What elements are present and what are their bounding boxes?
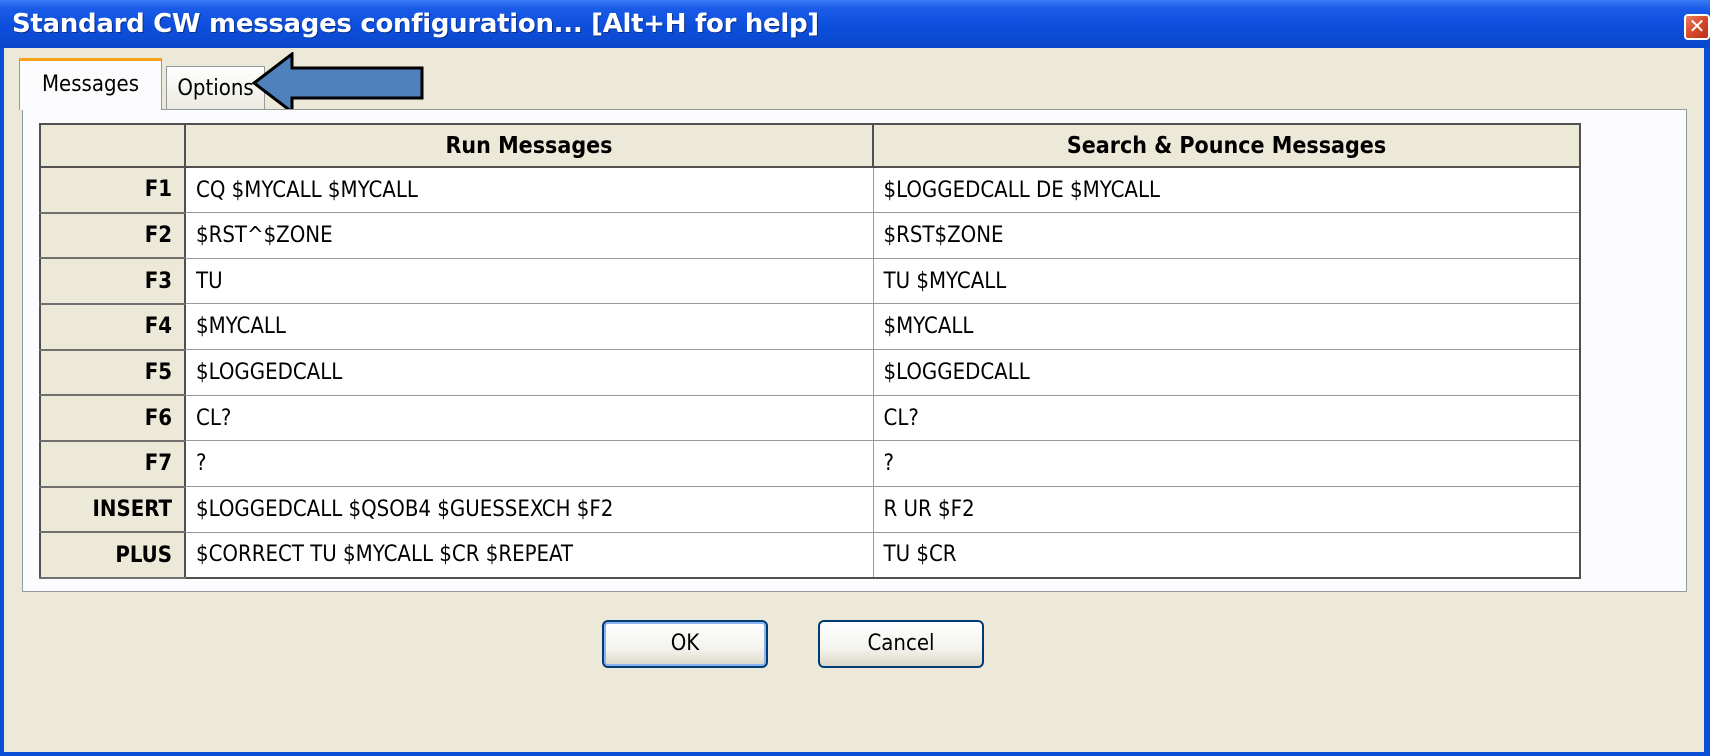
row-key-label: F1 [39, 166, 186, 214]
sp-message-cell[interactable]: $MYCALL [872, 303, 1581, 351]
ok-button[interactable]: OK [602, 620, 768, 668]
row-key-label: PLUS [39, 531, 186, 579]
table-row: F5 $LOGGEDCALL $LOGGEDCALL [39, 349, 1581, 397]
close-icon[interactable]: ✕ [1684, 14, 1710, 40]
run-message-cell[interactable]: CQ $MYCALL $MYCALL [184, 166, 874, 214]
table-row: F1 CQ $MYCALL $MYCALL $LOGGEDCALL DE $MYCA… [39, 166, 1581, 214]
sp-message-cell[interactable]: TU $MYCALL [872, 257, 1581, 305]
messages-panel: Run Messages Search & Pounce Messages F1… [22, 109, 1687, 592]
sp-message-cell[interactable]: R UR $F2 [872, 486, 1581, 533]
sp-message-cell[interactable]: $LOGGEDCALL [872, 349, 1581, 396]
dialog-window: Standard CW messages configuration... [A… [0, 0, 1710, 756]
sp-messages-header: Search & Pounce Messages [872, 123, 1581, 168]
table-row: F7?? [39, 440, 1581, 488]
window-title: Standard CW messages configuration... [A… [12, 9, 819, 39]
cancel-button[interactable]: Cancel [818, 620, 984, 668]
sp-message-cell[interactable]: $RST$ZONE [872, 212, 1581, 259]
table-row: F2 $RST^$ZONE $RST$ZONE [39, 212, 1581, 260]
row-key-label: F2 [39, 212, 186, 260]
run-message-cell[interactable]: ? [184, 440, 874, 488]
row-key-label: F7 [39, 440, 186, 488]
sp-message-cell[interactable]: ? [872, 440, 1581, 488]
run-message-cell[interactable]: $LOGGEDCALL [184, 349, 874, 396]
table-row: F6 CL? CL? [39, 394, 1581, 442]
run-message-cell[interactable]: CL? [184, 394, 874, 442]
tab-messages[interactable]: Messages [19, 58, 162, 110]
row-key-label: F4 [39, 303, 186, 351]
row-key-label: F3 [39, 257, 186, 305]
table-row: F3 TU TU $MYCALL [39, 257, 1581, 305]
tab-options[interactable]: Options [166, 66, 265, 110]
run-message-cell[interactable]: $MYCALL [184, 303, 874, 351]
left-arrow-icon [252, 52, 424, 114]
table-row: INSERT $LOGGEDCALL $QSOB4 $GUESSEXCH $F2 R… [39, 486, 1581, 534]
sp-message-cell[interactable]: TU $CR [872, 531, 1581, 579]
title-bar[interactable]: Standard CW messages configuration... [A… [0, 0, 1710, 48]
run-message-cell[interactable]: $RST^$ZONE [184, 212, 874, 259]
run-message-cell[interactable]: $LOGGEDCALL $QSOB4 $GUESSEXCH $F2 [184, 486, 874, 533]
row-key-label: F6 [39, 394, 186, 442]
table-row: PLUS $CORRECT TU $MYCALL $CR $REPEAT TU $C… [39, 531, 1581, 579]
run-messages-header: Run Messages [184, 123, 874, 168]
header-row: Run Messages Search & Pounce Messages [39, 123, 1581, 168]
sp-message-cell[interactable]: CL? [872, 394, 1581, 442]
row-key-label: F5 [39, 349, 186, 397]
sp-message-cell[interactable]: $LOGGEDCALL DE $MYCALL [872, 166, 1581, 214]
table-row: F4 $MYCALL $MYCALL [39, 303, 1581, 351]
row-key-label: INSERT [39, 486, 186, 534]
messages-grid: Run Messages Search & Pounce Messages F1… [39, 123, 1581, 579]
corner-header [39, 123, 186, 168]
run-message-cell[interactable]: $CORRECT TU $MYCALL $CR $REPEAT [184, 531, 874, 579]
run-message-cell[interactable]: TU [184, 257, 874, 305]
